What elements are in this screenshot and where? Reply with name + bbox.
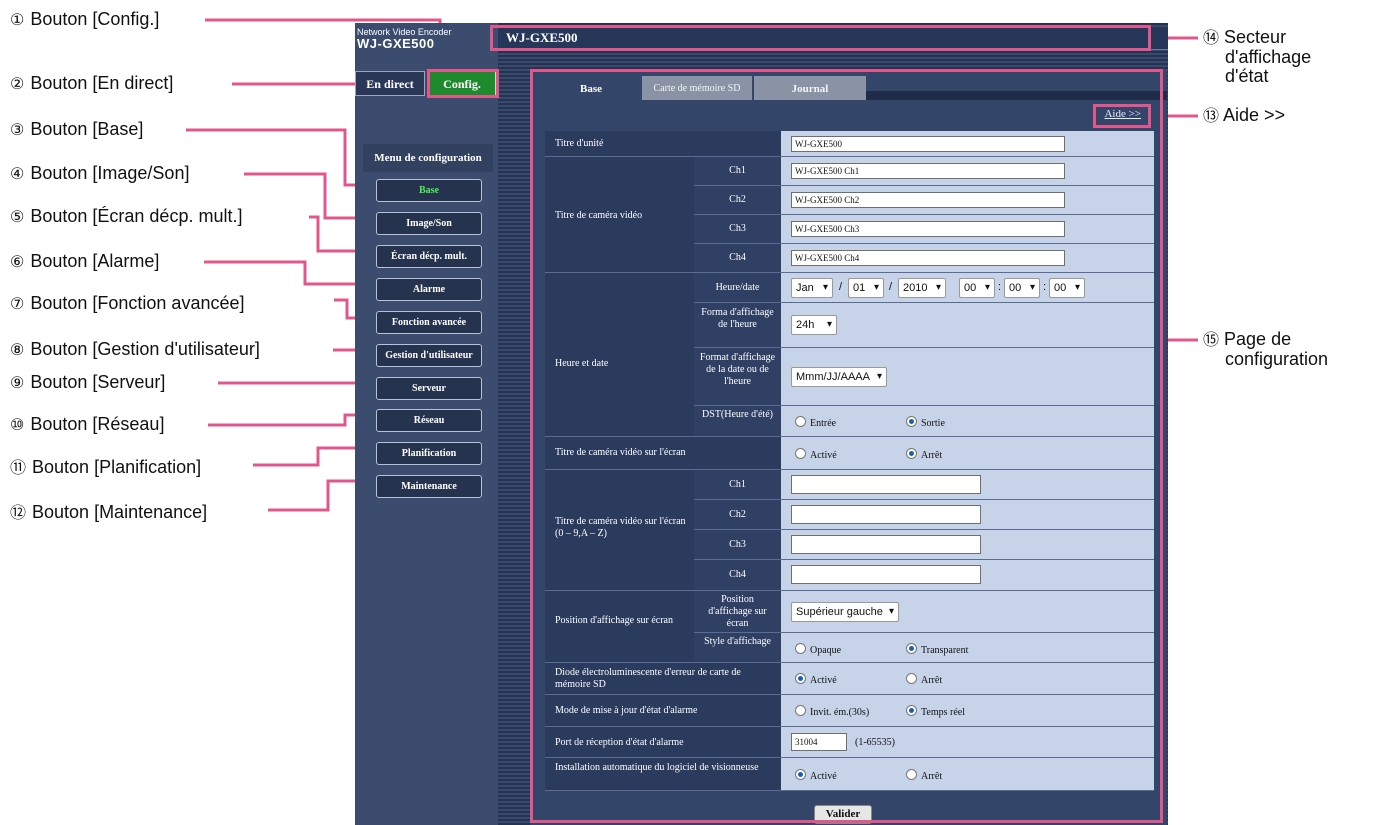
callout-live-button: ② Bouton [En direct] <box>10 73 174 93</box>
menu-base-button[interactable]: Base <box>376 179 482 202</box>
callout-config-page: ⑮ Page de configuration <box>1203 329 1329 369</box>
highlight-config-page <box>530 69 1163 823</box>
menu-alarm-button[interactable]: Alarme <box>376 278 482 301</box>
callout-network-button: ⑩ Bouton [Réseau] <box>10 414 165 434</box>
callout-config-button: ① Bouton [Config.] <box>10 9 160 29</box>
callout-schedule-button: ⑪ Bouton [Planification] <box>10 457 202 477</box>
live-button[interactable]: En direct <box>355 71 425 96</box>
brand-model: WJ-GXE500 <box>357 36 435 51</box>
menu-multiscreen-button[interactable]: Écran décp. mult. <box>376 245 482 268</box>
menu-title: Menu de configuration <box>363 144 493 172</box>
callout-image-sound-button: ④ Bouton [Image/Son] <box>10 163 190 183</box>
callout-multiscreen-button: ⑤ Bouton [Écran décp. mult.] <box>10 206 243 226</box>
menu-advanced-button[interactable]: Fonction avancée <box>376 311 482 334</box>
menu-maintenance-button[interactable]: Maintenance <box>376 475 482 498</box>
highlight-status-area <box>490 25 1151 51</box>
callout-base-button: ③ Bouton [Base] <box>10 119 144 139</box>
menu-server-button[interactable]: Serveur <box>376 377 482 400</box>
callout-user-mgmt-button: ⑧ Bouton [Gestion d'utilisateur] <box>10 339 260 359</box>
menu-schedule-button[interactable]: Planification <box>376 442 482 465</box>
callout-status-area: ⑭ Secteur d'affichage d'état <box>1203 27 1312 86</box>
sidebar: Network Video Encoder WJ-GXE500 En direc… <box>355 23 498 825</box>
callout-maintenance-button: ⑫ Bouton [Maintenance] <box>10 502 208 522</box>
menu-user-mgmt-button[interactable]: Gestion d'utilisateur <box>376 344 482 367</box>
callout-advanced-button: ⑦ Bouton [Fonction avancée] <box>10 293 245 313</box>
callout-server-button: ⑨ Bouton [Serveur] <box>10 372 166 392</box>
highlight-config-button <box>427 69 499 98</box>
menu-image-sound-button[interactable]: Image/Son <box>376 212 482 235</box>
menu-network-button[interactable]: Réseau <box>376 409 482 432</box>
callout-help: ⑬ Aide >> <box>1203 105 1286 126</box>
callout-alarm-button: ⑥ Bouton [Alarme] <box>10 251 160 271</box>
